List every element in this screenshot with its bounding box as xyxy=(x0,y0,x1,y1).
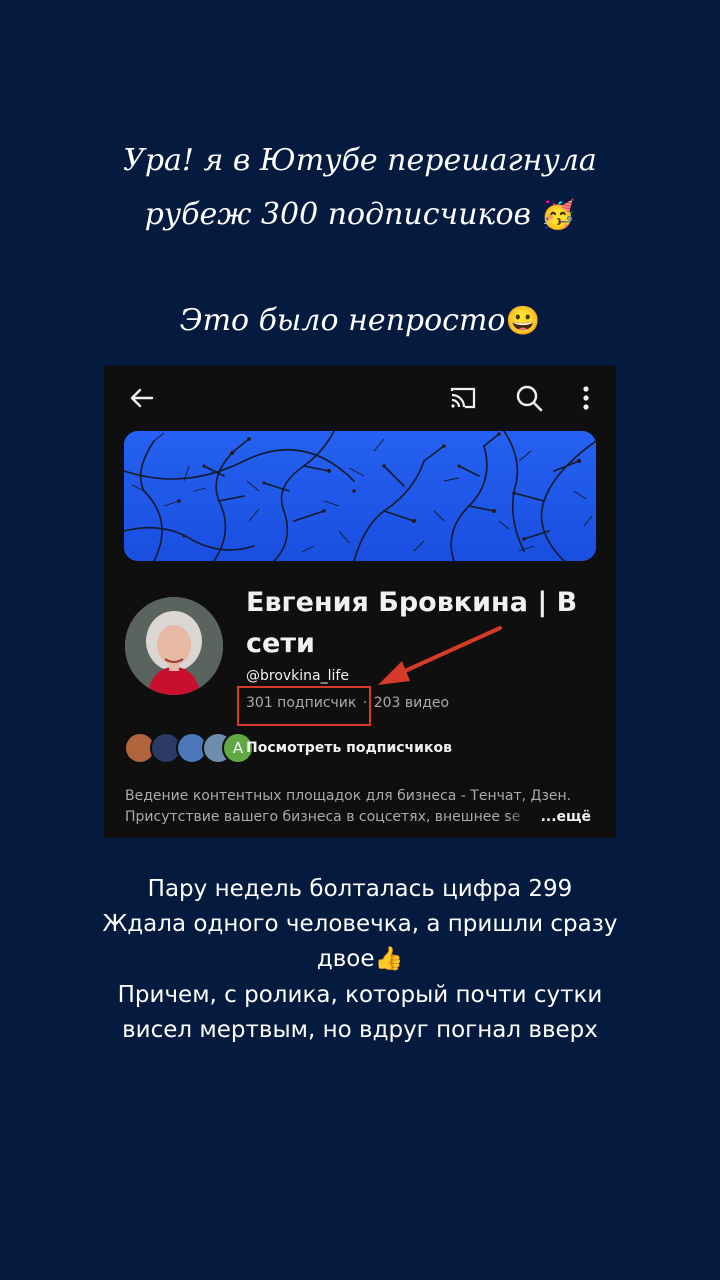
body-line-4: Причем, с ролика, который почти сутки xyxy=(117,982,603,1008)
channel-avatar[interactable] xyxy=(125,597,223,695)
avatar-photo xyxy=(125,597,223,695)
subhead: Это было непросто😀 xyxy=(0,303,720,338)
subscribers-preview-row[interactable]: А Посмотреть подписчиков xyxy=(124,732,594,766)
grinning-face-emoji: 😀 xyxy=(505,304,541,337)
channel-banner xyxy=(124,431,596,561)
view-subscribers-link[interactable]: Посмотреть подписчиков xyxy=(246,740,452,756)
body-line-1: Пару недель болталась цифра 299 xyxy=(147,876,573,902)
youtube-top-bar xyxy=(104,366,616,430)
cast-icon[interactable] xyxy=(447,382,479,414)
description-line-1: Ведение контентных площадок для бизнеса … xyxy=(125,788,572,804)
headline-line-1: Ура! я в Ютубе перешагнула xyxy=(123,143,597,178)
tree-branches-image xyxy=(124,431,596,561)
description-line-2-wrap: Присутствие вашего бизнеса в соцсетях, в… xyxy=(125,807,595,828)
description-line-2: Присутствие вашего бизнеса в соцсетях, в… xyxy=(125,809,521,825)
body-line-5: висел мертвым, но вдруг погнал вверх xyxy=(122,1017,598,1043)
red-arrow-annotation xyxy=(378,626,502,685)
more-vertical-icon[interactable] xyxy=(570,382,602,414)
channel-description[interactable]: Ведение контентных площадок для бизнеса … xyxy=(125,786,595,828)
body-line-3-text: двое xyxy=(316,946,375,972)
thumbs-up-emoji: 👍 xyxy=(374,946,404,972)
arrow-left-icon[interactable] xyxy=(126,382,158,414)
subhead-text: Это было непросто xyxy=(179,303,506,338)
youtube-channel-screenshot: Евгения Бровкина | В сети @brovkina_life… xyxy=(104,366,616,838)
more-button[interactable]: ...ещё xyxy=(506,807,591,828)
subscriber-highlight-box xyxy=(237,686,371,726)
headline-line-2-text: рубеж 300 подписчиков xyxy=(144,197,531,232)
party-face-emoji: 🥳 xyxy=(540,198,576,231)
channel-handle: @brovkina_life xyxy=(246,668,349,684)
search-icon[interactable] xyxy=(513,382,545,414)
body-line-3: двое👍 xyxy=(0,942,720,977)
video-count: 203 видео xyxy=(373,695,450,711)
headline-line-2: рубеж 300 подписчиков 🥳 xyxy=(0,197,720,232)
body-line-2: Ждала одного человечка, а пришли сразу xyxy=(102,911,618,937)
